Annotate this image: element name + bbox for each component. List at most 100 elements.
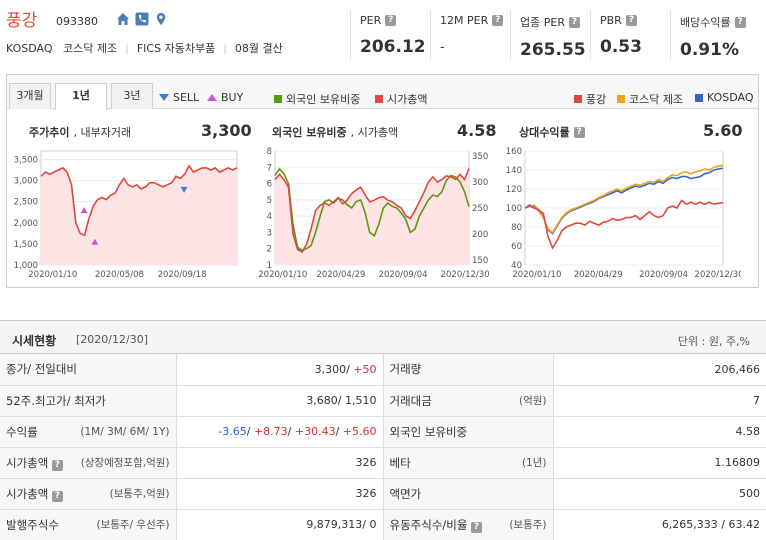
row-label: 유동주식수/비율 ? (보통주) (383, 509, 554, 540)
legend-kosdaq-manufacturing[interactable]: 코스닥 제조 (617, 91, 683, 107)
cell-value-part: +8.73 (253, 425, 288, 438)
price-panel-value: 3,300 (201, 121, 252, 140)
metric-industry-per: 업종 PER? 265.55 (520, 14, 586, 60)
row-label: 시가총액 ? (보통주,억원) (0, 478, 177, 510)
metric-pbr: PBR? 0.53 (600, 14, 642, 57)
y-tick-label: 7 (267, 163, 272, 173)
label-main: 액면가 (389, 486, 422, 501)
metric-label: 업종 PER (520, 16, 565, 29)
metric-label: PER (360, 14, 382, 27)
help-icon[interactable]: ? (625, 15, 637, 26)
divider (510, 10, 511, 60)
row-value: 6,265,333 / 63.42 (553, 509, 766, 540)
home-icon[interactable] (116, 12, 130, 26)
help-icon[interactable]: ? (51, 490, 63, 502)
row-value: 9,879,313/ 0 (176, 509, 384, 540)
y-tick-label: 120 (506, 185, 522, 195)
legend-swatch (695, 93, 703, 102)
table-row: 종가/ 전일대비 3,300/ +50 거래량 206,466 (0, 354, 766, 386)
y-tick-label: 2,500 (14, 198, 38, 208)
panel-title-bold: 상대수익률 (519, 126, 570, 139)
legend-label: 시가총액 (387, 93, 428, 106)
y-tick-label: 80 (511, 223, 522, 233)
tab-3-months[interactable]: 3개월 (9, 83, 51, 109)
company-header: 풍강 093380 KOSDAQ 코스닥 제조 | FICS 자동차부품 | 08월 결… (0, 0, 766, 62)
label-sub: (보통주) (509, 519, 547, 531)
metric-value: 206.12 (360, 37, 426, 57)
y-tick-label: 3 (267, 228, 272, 238)
metric-label: 배당수익률 (680, 16, 731, 29)
chart-controls: 3개월 1년 3년 SELL BUY 외국인 보유비중 시가총액 풍강 코스닥 … (7, 75, 758, 110)
x-tick-label: 2020/04/29 (316, 270, 365, 280)
y-tick-label: 160 (506, 147, 522, 157)
row-value: 206,466 (553, 354, 766, 386)
metric-label: 12M PER (440, 14, 489, 27)
divider (350, 10, 351, 60)
buy-toggle[interactable]: BUY (207, 91, 243, 104)
legend-swatch (375, 95, 383, 103)
help-icon[interactable]: ? (573, 126, 585, 138)
help-icon[interactable]: ? (568, 16, 580, 28)
cell-value-part: +50 (353, 362, 377, 376)
sell-toggle[interactable]: SELL (159, 91, 199, 104)
cell-value-part: 326 (355, 456, 377, 469)
y-tick-label: 2,000 (14, 219, 38, 229)
phone-icon[interactable] (135, 12, 149, 26)
market-status-title: 시세현황 (12, 334, 57, 348)
tab-1-year[interactable]: 1년 (55, 83, 107, 110)
company-name: 풍강 (6, 11, 38, 31)
foreign-ratio-chart[interactable]: 876543213503002502001502020/01/10 2020/04… (255, 145, 495, 285)
table-row: 시가총액 ? (보통주,억원) 326 액면가 500 (0, 478, 766, 510)
table-row: 수익률 (1M/ 3M/ 6M/ 1Y) -3.65/ +8.73/ +30.43/… (0, 416, 766, 448)
y-tick-label: 2 (267, 245, 272, 255)
row-label: 종가/ 전일대비 (0, 354, 177, 386)
help-icon[interactable]: ? (385, 15, 397, 26)
legend-pungkang[interactable]: 풍강 (574, 91, 606, 107)
x-tick-label: 2020/05/08 (95, 270, 144, 280)
location-pin-icon[interactable] (154, 12, 168, 26)
panel-title-bold: 주가추이 (29, 126, 70, 139)
legend-kosdaq[interactable]: KOSDAQ (695, 91, 754, 104)
help-icon[interactable]: ? (470, 521, 482, 533)
stock-code: 093380 (56, 15, 98, 28)
market-status-date: [2020/12/30] (76, 333, 148, 346)
row-label: 발행주식수 (보통주/ 우선주) (0, 509, 177, 540)
y-tick-label: 3,500 (14, 155, 38, 165)
metric-value: 0.91% (680, 40, 739, 60)
relative-return-chart[interactable]: 1601401201008060402020/01/10 2020/04/29 20… (501, 145, 741, 285)
y-tick-label: 4 (267, 212, 272, 222)
metric-value: 265.55 (520, 40, 586, 60)
label-main: 종가/ 전일대비 (6, 362, 78, 377)
row-value: 326 (176, 478, 384, 510)
help-icon[interactable]: ? (734, 16, 746, 28)
label-sub: (상장예정포함,억원) (80, 457, 170, 469)
buy-triangle-icon (207, 94, 217, 101)
legend-market-cap[interactable]: 시가총액 (375, 91, 427, 107)
cell-value-part: / (287, 425, 295, 438)
x-tick-label: 2020/04/29 (574, 270, 623, 280)
divider (670, 10, 671, 60)
label-main: 발행주식수 (6, 517, 59, 532)
company-meta: KOSDAQ 코스닥 제조 | FICS 자동차부품 | 08월 결산 (6, 42, 283, 55)
row-label: 52주.최고가/ 최저가 (0, 385, 177, 417)
label-sub: (1M/ 3M/ 6M/ 1Y) (80, 425, 170, 438)
price-trend-chart[interactable]: 3,5003,0002,5002,0001,5001,0002020/01/10… (11, 145, 247, 285)
y2-tick-label: 350 (472, 152, 488, 162)
legend-swatch (574, 95, 582, 103)
legend-foreign-ratio[interactable]: 외국인 보유비중 (274, 91, 360, 107)
x-tick-label: 2020/12/30 (695, 270, 741, 280)
row-value: 3,680/ 1,510 (176, 385, 384, 417)
cell-value-part: -3.65 (218, 425, 247, 438)
divider (590, 10, 591, 60)
cell-value-part: +5.60 (342, 425, 377, 438)
y2-tick-label: 150 (472, 256, 488, 266)
legend-swatch (617, 95, 625, 103)
help-icon[interactable]: ? (51, 459, 63, 471)
foreign-panel-value: 4.58 (457, 121, 497, 140)
tab-3-years[interactable]: 3년 (111, 83, 153, 109)
help-icon[interactable]: ? (492, 15, 504, 26)
label-main: 거래량 (389, 362, 422, 377)
row-label: 거래대금 (억원) (383, 385, 554, 417)
y-tick-label: 3,000 (14, 177, 38, 187)
x-tick-label: 2020/09/04 (379, 270, 428, 280)
